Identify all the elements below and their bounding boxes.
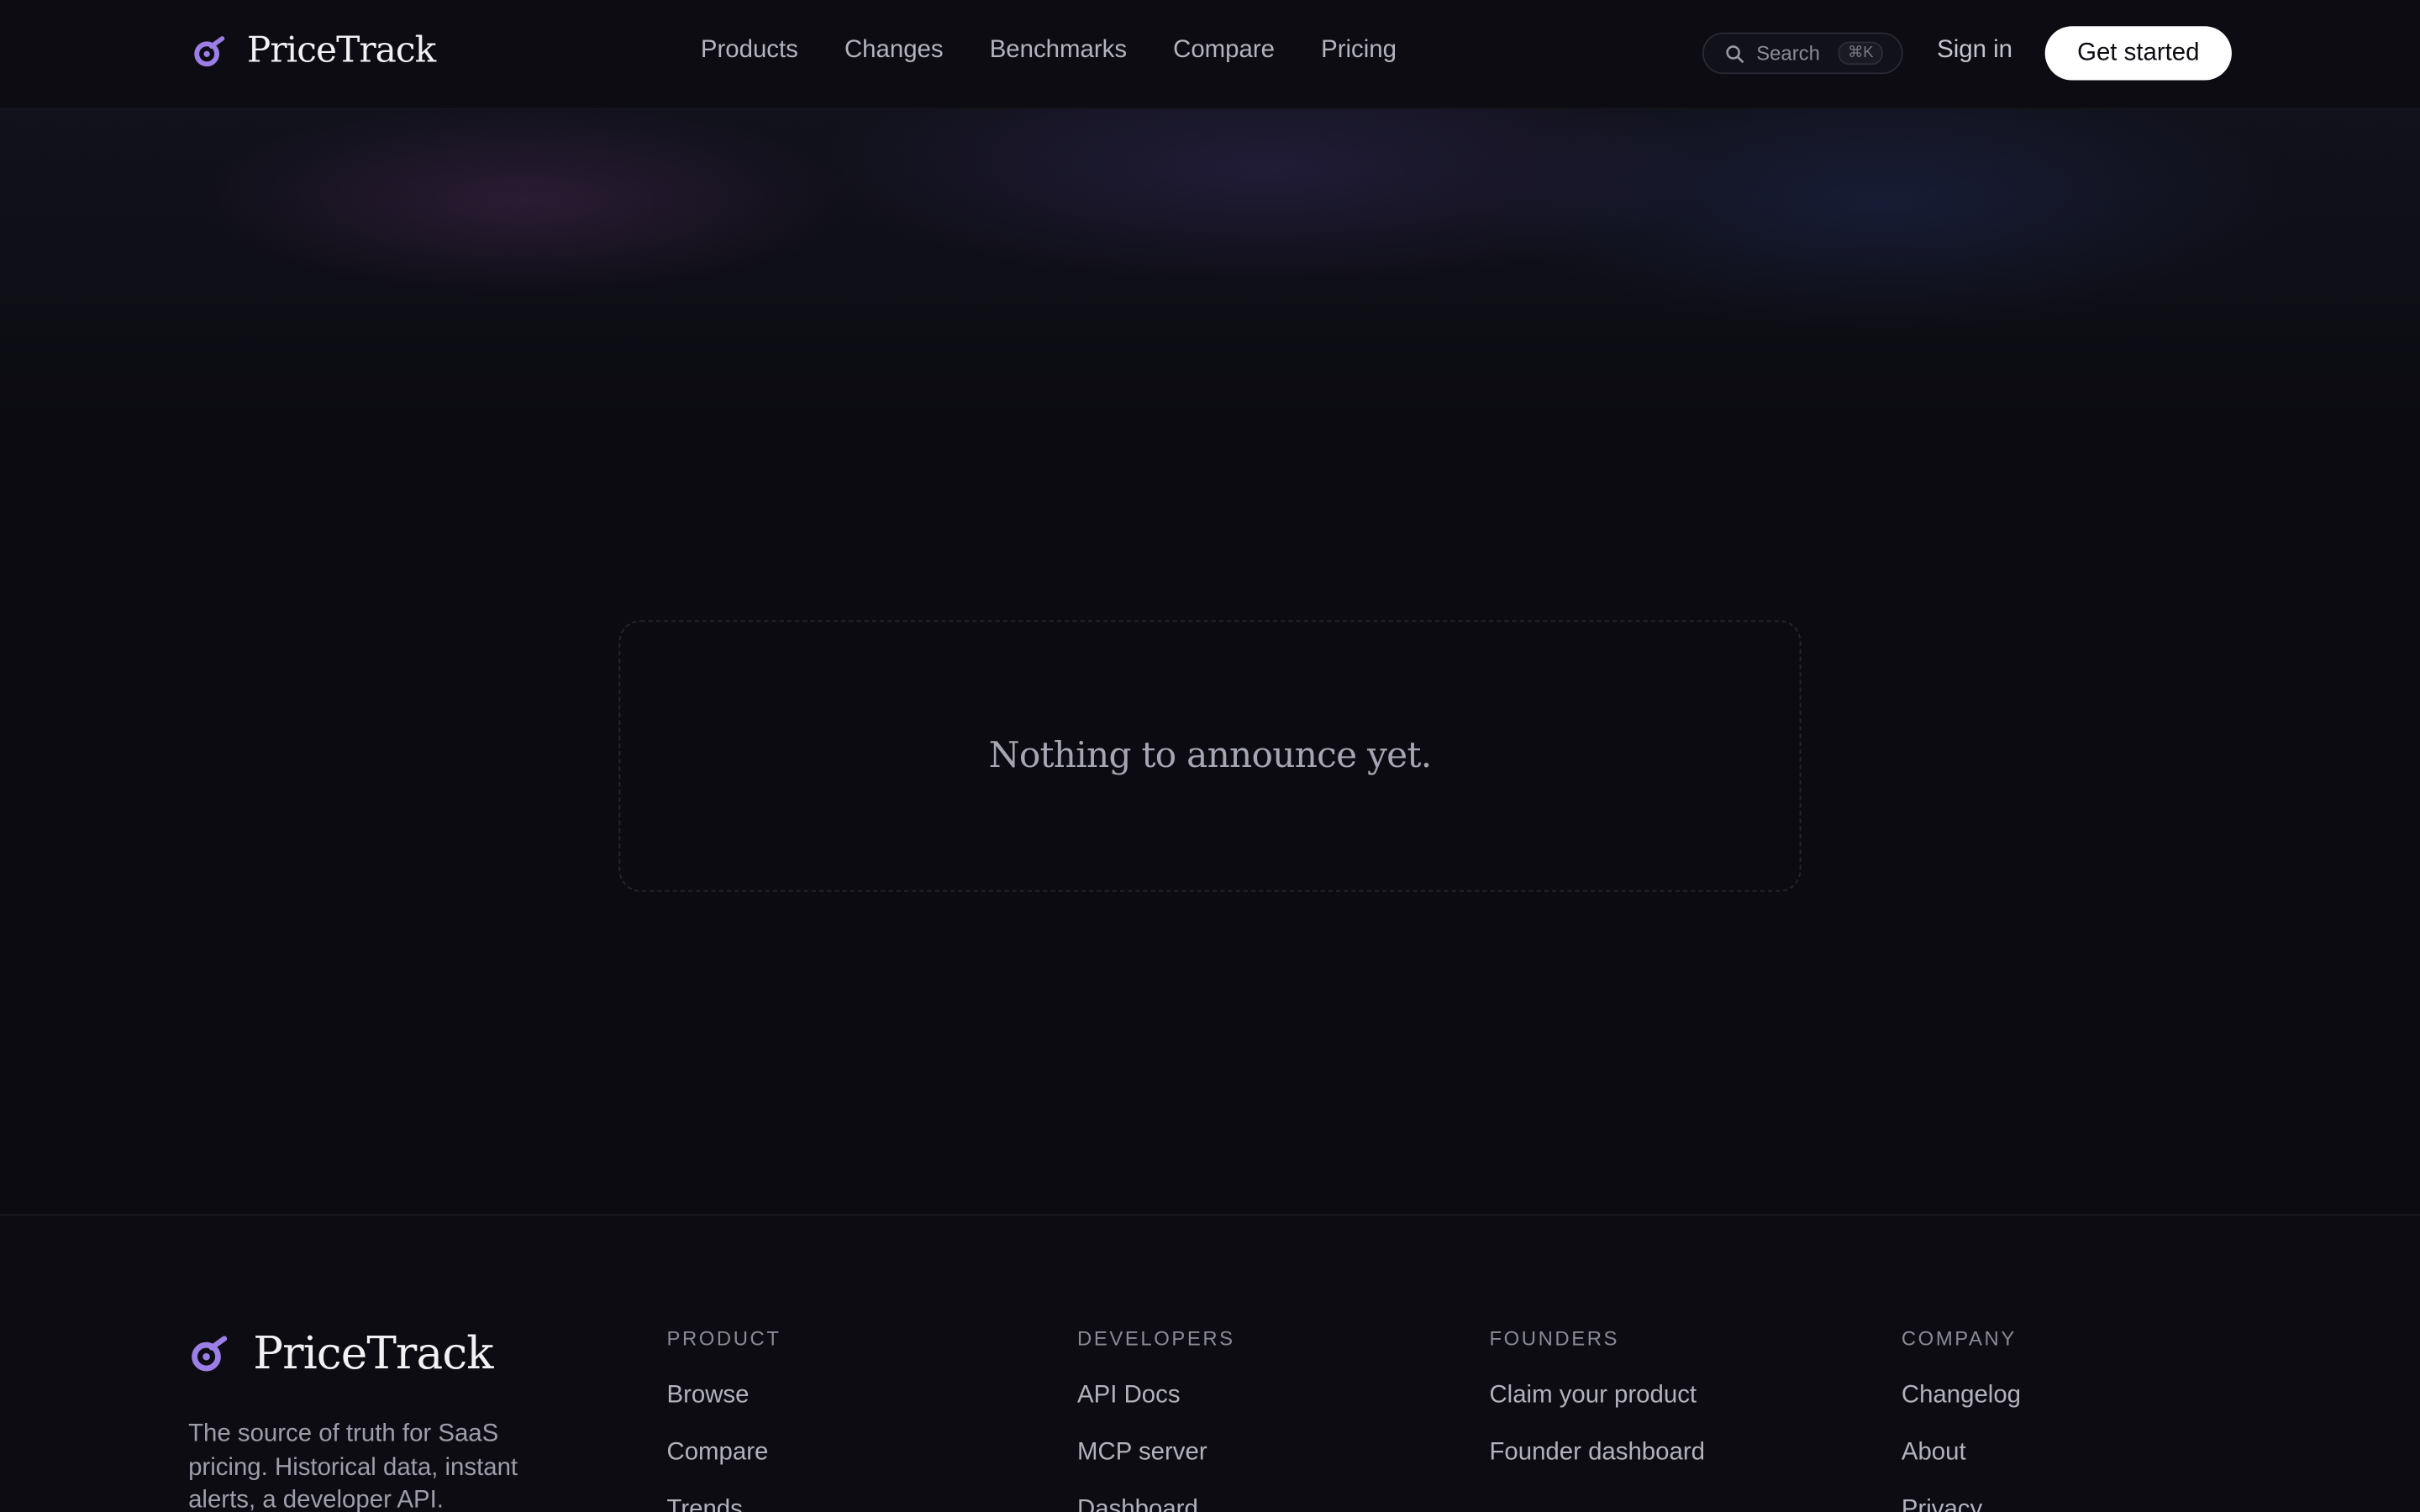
- footer-heading: COMPANY: [1901, 1326, 2017, 1351]
- logo-icon: [192, 1336, 228, 1372]
- footer-link-privacy[interactable]: Privacy: [1902, 1497, 2021, 1512]
- footer-link-trends[interactable]: Trends: [666, 1497, 781, 1512]
- footer-heading: PRODUCT: [666, 1326, 781, 1351]
- search-button[interactable]: Search ⌘K: [1702, 32, 1903, 75]
- nav-link-benchmarks[interactable]: Benchmarks: [990, 37, 1127, 65]
- nav-link-products[interactable]: Products: [701, 37, 798, 65]
- footer-heading: FOUNDERS: [1489, 1326, 1620, 1351]
- nav-link-compare[interactable]: Compare: [1173, 37, 1275, 65]
- logo-icon: [194, 36, 225, 67]
- footer-column-founders: FOUNDERS Claim your product Founder dash…: [1489, 1326, 1705, 1466]
- footer-column-company: COMPANY Changelog About Privacy: [1902, 1327, 2021, 1512]
- footer-link-browse[interactable]: Browse: [666, 1383, 781, 1409]
- footer-heading: DEVELOPERS: [1077, 1326, 1235, 1351]
- brand-name: PriceTrack: [246, 30, 436, 71]
- footer-link-claim-product[interactable]: Claim your product: [1489, 1383, 1705, 1409]
- footer-link-about[interactable]: About: [1902, 1440, 2021, 1466]
- footer-link-changelog[interactable]: Changelog: [1902, 1383, 2021, 1409]
- footer-link-dashboard[interactable]: Dashboard: [1077, 1497, 1235, 1512]
- nav-link-changes[interactable]: Changes: [844, 37, 944, 65]
- footer-column-product: PRODUCT Browse Compare Trends: [666, 1327, 781, 1512]
- footer-tagline: The source of truth for SaaS pricing. Hi…: [188, 1420, 518, 1512]
- footer-brand-name: PriceTrack: [253, 1326, 493, 1380]
- footer-link-api-docs[interactable]: API Docs: [1077, 1383, 1235, 1409]
- footer-link-compare[interactable]: Compare: [666, 1440, 781, 1466]
- footer-link-founder-dashboard[interactable]: Founder dashboard: [1489, 1440, 1705, 1466]
- nav-logo[interactable]: PriceTrack: [192, 31, 436, 71]
- footer-logo[interactable]: PriceTrack: [188, 1326, 494, 1380]
- empty-state-message: Nothing to announce yet.: [988, 736, 1433, 776]
- page: PriceTrack Products Changes Benchmarks C…: [0, 0, 2420, 1512]
- footer-column-developers: DEVELOPERS API Docs MCP server Dashboard: [1077, 1327, 1235, 1512]
- sign-in-link[interactable]: Sign in: [1937, 37, 2012, 65]
- nav-link-pricing[interactable]: Pricing: [1321, 37, 1397, 65]
- nav-links: Products Changes Benchmarks Compare Pric…: [701, 37, 1397, 65]
- empty-state-card: Nothing to announce yet.: [618, 620, 1802, 892]
- search-icon: [1726, 45, 1744, 62]
- get-started-button[interactable]: Get started: [2044, 26, 2232, 81]
- search-shortcut: ⌘K: [1838, 41, 1883, 66]
- search-label: Search: [1756, 41, 1820, 66]
- top-nav: PriceTrack Products Changes Benchmarks C…: [0, 0, 2420, 110]
- footer-link-mcp-server[interactable]: MCP server: [1077, 1440, 1235, 1466]
- footer: PriceTrack The source of truth for SaaS …: [0, 1214, 2420, 1512]
- hero-glow: [0, 108, 2420, 417]
